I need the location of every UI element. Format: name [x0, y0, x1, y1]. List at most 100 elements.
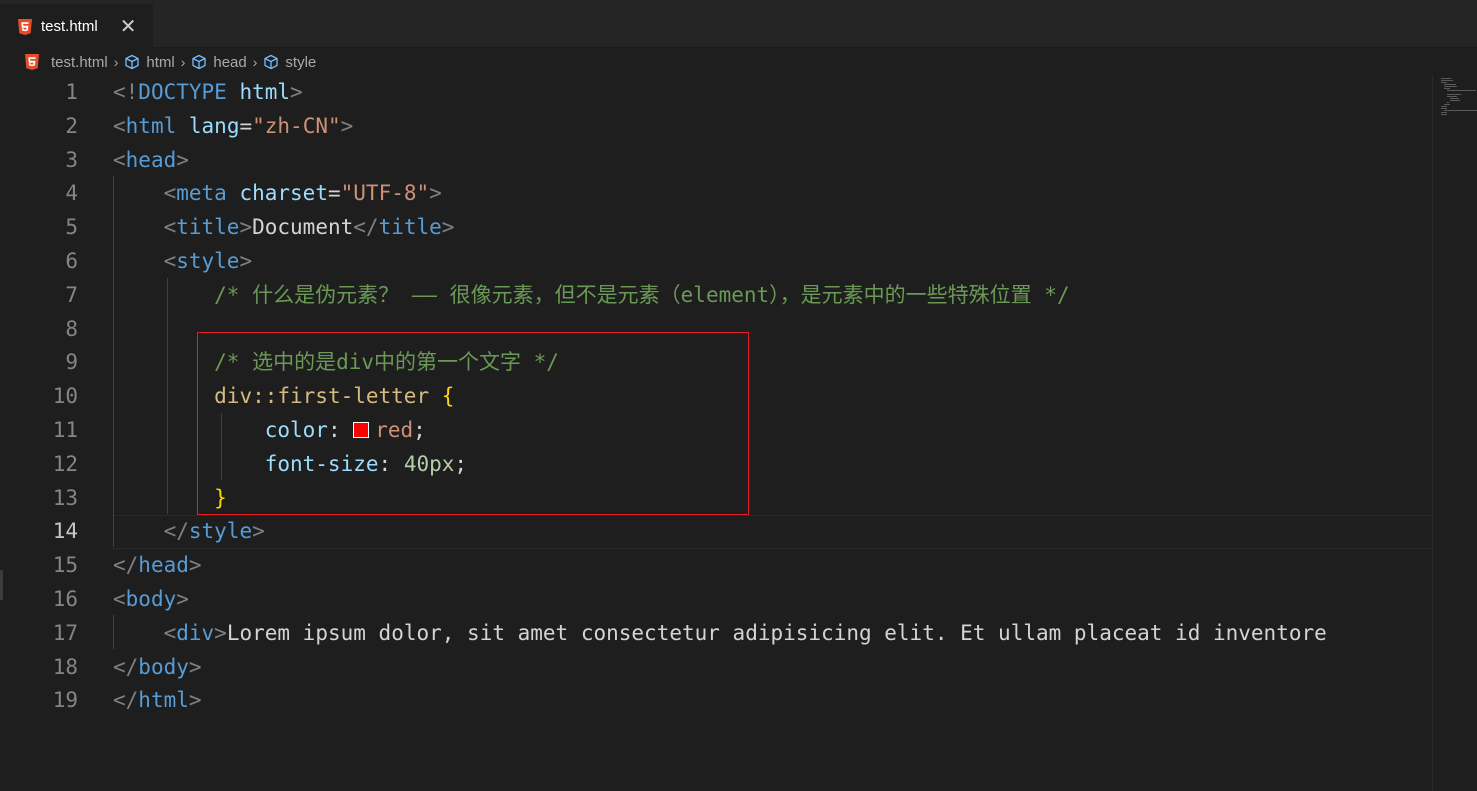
- line-number: 14: [52, 519, 78, 544]
- line-number: 12: [52, 451, 78, 476]
- line-number: 6: [65, 249, 78, 273]
- breadcrumb-label: head: [213, 53, 247, 71]
- code-token: div::first-letter: [214, 384, 430, 409]
- code-line[interactable]: /* 选中的是div中的第一个文字 */: [113, 345, 559, 379]
- html5-icon: [18, 18, 32, 35]
- code-token: div: [176, 620, 215, 645]
- code-token: <: [163, 249, 177, 273]
- code-token: title: [378, 215, 442, 240]
- code-token: <: [163, 215, 177, 240]
- code-line[interactable]: div::first-letter {: [113, 379, 454, 413]
- code-token: /* 什么是伪元素？ —— 很像元素，但不是元素（element），是元素中的一…: [214, 282, 1070, 307]
- code-token: "zh-CN": [252, 113, 341, 138]
- code-line[interactable]: font-size: 40px;: [113, 447, 467, 481]
- code-token: red: [375, 418, 414, 442]
- code-token: >: [441, 215, 455, 240]
- code-line[interactable]: </html>: [113, 683, 202, 717]
- code-line[interactable]: <head>: [113, 143, 189, 177]
- code-token: <: [113, 147, 126, 172]
- code-token: DOCTYPE: [138, 80, 227, 104]
- code-line[interactable]: <html lang="zh-CN">: [113, 109, 353, 143]
- line-number: 19: [52, 688, 78, 713]
- cube-icon: [191, 54, 207, 70]
- code-line[interactable]: /* 什么是伪元素？ —— 很像元素，但不是元素（element），是元素中的一…: [113, 278, 1070, 312]
- code-token: =: [327, 181, 341, 206]
- color-swatch[interactable]: [353, 422, 370, 438]
- code-line[interactable]: <title>Document</title>: [113, 210, 455, 244]
- code-line[interactable]: </head>: [113, 548, 202, 582]
- code-token: Document: [252, 215, 354, 240]
- code-token: body: [138, 654, 189, 679]
- breadcrumb-item-html[interactable]: html: [124, 53, 175, 71]
- line-number: 10: [52, 384, 78, 409]
- code-token: >: [188, 553, 202, 578]
- code-token: </: [163, 519, 189, 544]
- code-editor[interactable]: 1 <!DOCTYPE html> 2 <html lang="zh-CN"> 3 <he…: [0, 75, 1432, 791]
- code-token: title: [176, 215, 240, 240]
- chevron-right-icon: ›: [113, 54, 119, 70]
- code-token: charset: [239, 181, 328, 206]
- code-token: style: [176, 249, 240, 273]
- line-number: 11: [52, 418, 78, 442]
- code-token: <: [163, 181, 177, 206]
- scrollbar[interactable]: [0, 570, 3, 600]
- breadcrumb-label: html: [146, 53, 175, 71]
- code-line[interactable]: </body>: [113, 650, 202, 684]
- code-token: color: [264, 418, 328, 442]
- code-token: <: [113, 113, 126, 138]
- line-number: 16: [52, 587, 78, 611]
- code-token: </: [113, 688, 139, 713]
- breadcrumb-file[interactable]: test.html: [25, 54, 108, 71]
- code-line[interactable]: <div>Lorem ipsum dolor, sit amet consect…: [113, 616, 1327, 650]
- tab-bar: test.html ✕: [0, 0, 1477, 48]
- code-token: lang: [188, 113, 240, 138]
- line-number: 3: [65, 147, 78, 172]
- code-token: :: [327, 418, 354, 442]
- minimap[interactable]: [1432, 75, 1477, 791]
- code-token: >: [239, 249, 253, 273]
- tab-label: test.html: [41, 18, 98, 35]
- code-token: {: [441, 384, 455, 409]
- breadcrumb-item-style[interactable]: style: [263, 54, 316, 71]
- code-token: head: [125, 147, 177, 172]
- line-number: 7: [65, 282, 78, 307]
- code-token: style: [188, 519, 253, 544]
- code-line[interactable]: </style>: [113, 514, 265, 548]
- code-token: >: [214, 620, 227, 645]
- code-line[interactable]: }: [113, 481, 227, 515]
- line-number: 5: [65, 215, 78, 240]
- code-token: >: [239, 215, 253, 240]
- code-token: >: [188, 654, 202, 679]
- tab-test-html[interactable]: test.html ✕: [0, 4, 153, 48]
- code-line[interactable]: <style>: [113, 244, 253, 278]
- code-token: html: [239, 80, 291, 104]
- code-line[interactable]: color: red;: [113, 413, 426, 447]
- line-number: 8: [65, 316, 78, 341]
- code-token: >: [176, 587, 189, 611]
- code-line[interactable]: <!DOCTYPE html>: [113, 75, 303, 109]
- code-line[interactable]: <body>: [113, 582, 189, 616]
- html5-icon: [25, 54, 39, 70]
- close-icon[interactable]: ✕: [120, 17, 137, 37]
- line-number: 17: [52, 620, 78, 645]
- code-token: <: [113, 587, 126, 611]
- code-token: "UTF-8": [340, 181, 430, 206]
- code-line[interactable]: <meta charset="UTF-8">: [113, 176, 442, 210]
- code-token: /* 选中的是div中的第一个文字 */: [214, 350, 559, 375]
- code-token: html: [138, 688, 189, 713]
- line-number: 13: [52, 485, 78, 510]
- code-token: ;: [413, 418, 426, 442]
- line-number: 4: [65, 181, 78, 206]
- cube-icon: [263, 54, 279, 70]
- code-token: meta: [176, 181, 227, 206]
- code-token: }: [214, 485, 227, 510]
- current-line-highlight: [112, 515, 1432, 549]
- breadcrumb-item-head[interactable]: head: [191, 53, 247, 71]
